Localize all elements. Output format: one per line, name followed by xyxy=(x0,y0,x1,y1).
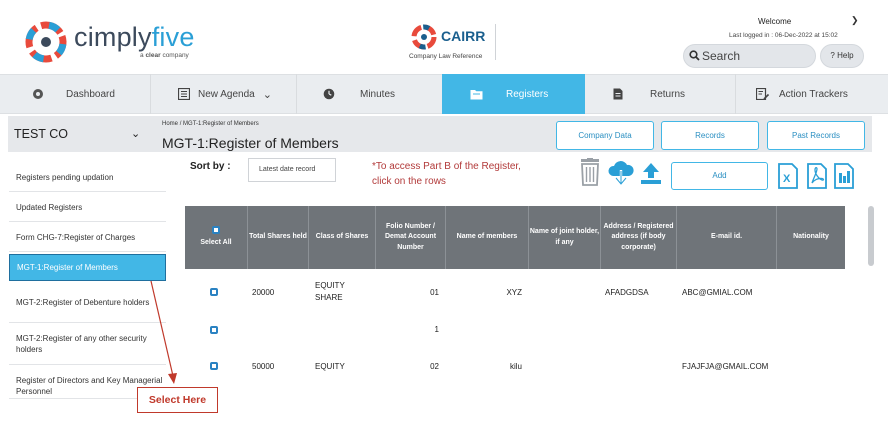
records-button[interactable]: Records xyxy=(661,121,759,150)
nav-action-trackers[interactable]: Action Trackers xyxy=(736,74,888,114)
sidebar-item-label: Form CHG-7:Register of Charges xyxy=(16,232,136,242)
table-row[interactable] xyxy=(185,316,845,346)
page-title: MGT-1:Register of Members xyxy=(162,135,339,151)
cell-class-of-shares: EQUITY xyxy=(315,362,345,371)
cell-folio-number: 01 xyxy=(430,288,439,297)
sort-label: Sort by : xyxy=(190,161,231,172)
chevron-down-icon: ⌄ xyxy=(262,88,272,101)
nav-minutes[interactable]: Minutes xyxy=(297,74,442,114)
cell-folio-number: 02 xyxy=(430,362,439,371)
company-name: TEST CO xyxy=(14,127,68,141)
cell-total-shares: 50000 xyxy=(252,362,275,371)
cell-address: AFADGDSA xyxy=(605,288,649,297)
csv-export-icon[interactable] xyxy=(833,163,855,189)
cimplyfive-logo-icon xyxy=(25,21,67,63)
help-label: Help xyxy=(837,51,854,60)
pdf-export-icon[interactable] xyxy=(806,163,828,189)
annotation-arrow-icon xyxy=(150,280,177,384)
upload-icon[interactable] xyxy=(639,161,663,185)
tracker-edit-icon xyxy=(756,88,769,100)
nav-new-agenda-label: New Agenda xyxy=(198,88,255,100)
nav-dashboard[interactable]: Dashboard xyxy=(0,74,150,114)
nav-returns[interactable]: Returns xyxy=(585,74,735,114)
cairr-title: CAIRR xyxy=(441,28,486,44)
column-header-address: Address / Registered address (if body co… xyxy=(603,222,674,251)
sidebar-item-label: MGT-1:Register of Members xyxy=(17,263,118,272)
sidebar-item-label: Updated Registers xyxy=(16,202,83,212)
welcome-menu[interactable]: Welcome xyxy=(758,17,791,26)
row-checkbox[interactable] xyxy=(210,288,218,296)
cell-folio-number: 1 xyxy=(434,325,439,334)
document-icon xyxy=(613,88,623,100)
chevron-down-icon[interactable]: ⌄ xyxy=(131,127,140,140)
sidebar-item-label: MGT-2:Register of Debenture holders xyxy=(16,298,150,307)
cell-email: FJAJFJA@GMAIL.COM xyxy=(682,362,769,371)
nav-registers[interactable]: Registers xyxy=(442,74,585,114)
help-button[interactable]: ? Help xyxy=(820,44,864,68)
cell-class-of-shares: EQUITY SHARE xyxy=(315,281,345,302)
column-header-email: E-mail id. xyxy=(710,233,743,241)
row-checkbox[interactable] xyxy=(210,362,218,370)
excel-export-icon[interactable]: X xyxy=(777,163,799,189)
breadcrumb-separator: / xyxy=(179,121,182,127)
add-button[interactable]: Add xyxy=(671,162,768,190)
nav-minutes-label: Minutes xyxy=(360,88,396,100)
search-label: Search xyxy=(702,49,741,63)
search-icon xyxy=(689,50,700,61)
column-header-joint-holder: Name of joint holder, if any xyxy=(529,228,600,246)
cairr-logo-icon xyxy=(411,24,437,50)
last-logged-in: Last logged in : 06-Dec-2022 at 15:02 xyxy=(729,32,838,39)
select-here-callout: Select Here xyxy=(137,387,218,413)
select-all-checkbox[interactable] xyxy=(212,226,220,235)
header-divider xyxy=(495,24,496,60)
row-checkbox[interactable] xyxy=(210,326,218,334)
agenda-list-icon xyxy=(178,88,190,100)
nav-dashboard-label: Dashboard xyxy=(66,88,115,100)
breadcrumb-home[interactable]: Home xyxy=(162,121,178,127)
column-header-class-of-shares: Class of Shares xyxy=(315,233,369,241)
sidebar-item-registers-pending[interactable]: Registers pending updation xyxy=(9,163,166,192)
chevron-down-icon[interactable]: ❯ xyxy=(851,15,859,26)
cloud-download-icon[interactable] xyxy=(607,160,635,186)
cell-total-shares: 20000 xyxy=(252,288,275,297)
column-header-folio-number: Folio Number / Demat Account Number xyxy=(384,222,437,251)
column-header-nationality: Nationality xyxy=(793,233,829,241)
nav-new-agenda[interactable]: New Agenda ⌄ xyxy=(151,74,296,114)
nav-returns-label: Returns xyxy=(650,88,686,100)
column-header-select-all[interactable]: Select All xyxy=(185,206,247,269)
past-records-button[interactable]: Past Records xyxy=(767,121,865,150)
cell-member-name: XYZ xyxy=(506,288,522,297)
cell-member-name: kilu xyxy=(509,362,522,371)
column-header-total-shares: Total Shares held xyxy=(249,233,307,241)
vertical-scrollbar[interactable] xyxy=(868,206,874,266)
column-header-name-of-members: Name of members xyxy=(456,233,518,241)
folder-icon xyxy=(470,90,483,100)
brand-name: cimplyfive xyxy=(74,22,195,52)
brand-subtitle: a clear company xyxy=(140,52,189,59)
instruction-note: *To access Part B of the Register, click… xyxy=(372,161,521,187)
sidebar-item-label: Registers pending updation xyxy=(16,172,114,182)
breadcrumb-current: MGT-1:Register of Members xyxy=(183,121,259,127)
company-data-button[interactable]: Company Data xyxy=(556,121,654,150)
nav-registers-label: Registers xyxy=(506,88,549,100)
sidebar-item-chg-7[interactable]: Form CHG-7:Register of Charges xyxy=(9,223,166,252)
breadcrumb: Home / MGT-1:Register of Members xyxy=(162,121,259,127)
sort-select[interactable]: Latest date record xyxy=(248,158,336,182)
trash-icon[interactable] xyxy=(578,158,602,186)
sidebar-item-updated-registers[interactable]: Updated Registers xyxy=(9,193,166,222)
cairr-subtitle: Company Law Reference xyxy=(409,53,483,60)
nav-action-trackers-label: Action Trackers xyxy=(779,88,848,100)
clock-icon xyxy=(323,88,335,100)
cell-email: ABC@GMIAL.COM xyxy=(682,288,753,297)
help-icon: ? xyxy=(830,51,835,60)
svg-text:X: X xyxy=(783,173,791,185)
dashboard-icon xyxy=(33,89,43,99)
app-root: cimplyfive a clear company CAIRR Company… xyxy=(0,0,888,431)
